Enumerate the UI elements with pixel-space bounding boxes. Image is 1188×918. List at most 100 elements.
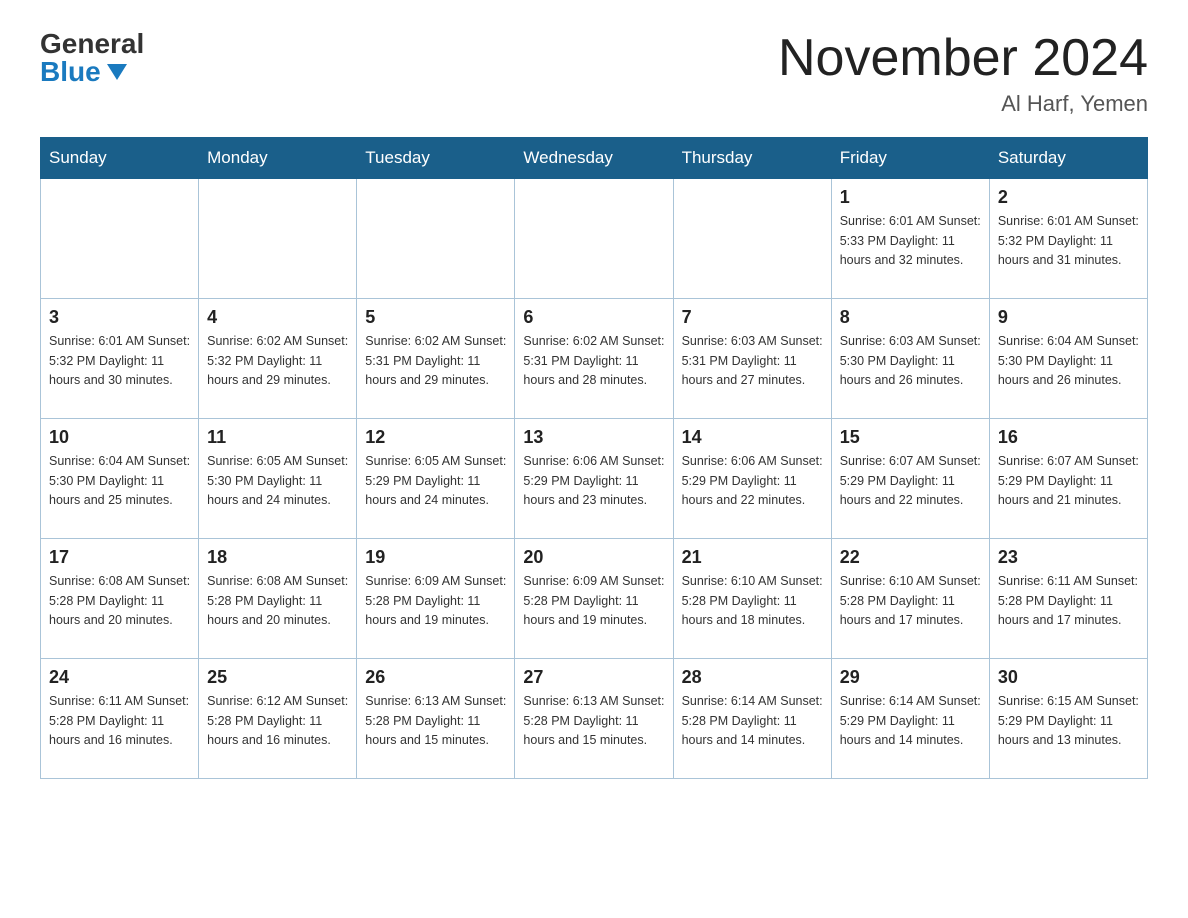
day-number: 27 <box>523 667 664 688</box>
calendar-cell <box>515 179 673 299</box>
calendar-cell: 29Sunrise: 6:14 AM Sunset: 5:29 PM Dayli… <box>831 659 989 779</box>
title-block: November 2024 Al Harf, Yemen <box>778 30 1148 117</box>
calendar-cell <box>199 179 357 299</box>
calendar-cell: 13 Sunrise: 6:06 AM Sunset: 5:29 PM Dayli… <box>515 419 673 539</box>
day-info: Sunrise: 6:12 AM Sunset: 5:28 PM Dayligh… <box>207 692 348 750</box>
calendar-header: SundayMondayTuesdayWednesdayThursdayFrid… <box>41 138 1148 179</box>
month-title: November 2024 <box>778 30 1148 87</box>
day-info: Sunrise: 6:13 AM Sunset: 5:28 PM Dayligh… <box>365 692 506 750</box>
day-number: 9 <box>998 307 1139 328</box>
logo-triangle-icon <box>107 64 127 80</box>
calendar-cell: 4 Sunrise: 6:02 AM Sunset: 5:32 PM Daylig… <box>199 299 357 419</box>
calendar-cell: 11 Sunrise: 6:05 AM Sunset: 5:30 PM Dayli… <box>199 419 357 539</box>
calendar-cell: 5 Sunrise: 6:02 AM Sunset: 5:31 PM Daylig… <box>357 299 515 419</box>
day-info: Sunrise: 6:01 AM Sunset: 5:32 PM Dayligh… <box>998 212 1139 270</box>
calendar-cell: 19Sunrise: 6:09 AM Sunset: 5:28 PM Dayli… <box>357 539 515 659</box>
day-number: 22 <box>840 547 981 568</box>
calendar-cell: 10 Sunrise: 6:04 AM Sunset: 5:30 PM Dayli… <box>41 419 199 539</box>
calendar-week-row: 10 Sunrise: 6:04 AM Sunset: 5:30 PM Dayli… <box>41 419 1148 539</box>
day-number: 13 <box>523 427 664 448</box>
day-info: Sunrise: 6:03 AM Sunset: 5:30 PM Dayligh… <box>840 332 981 390</box>
day-number: 28 <box>682 667 823 688</box>
day-info: Sunrise: 6:07 AM Sunset: 5:29 PM Dayligh… <box>840 452 981 510</box>
page-header: General Blue November 2024 Al Harf, Yeme… <box>40 30 1148 117</box>
day-number: 30 <box>998 667 1139 688</box>
calendar-cell: 25 Sunrise: 6:12 AM Sunset: 5:28 PM Dayli… <box>199 659 357 779</box>
calendar-cell <box>673 179 831 299</box>
day-info: Sunrise: 6:01 AM Sunset: 5:33 PM Dayligh… <box>840 212 981 270</box>
calendar-table: SundayMondayTuesdayWednesdayThursdayFrid… <box>40 137 1148 779</box>
calendar-cell: 27 Sunrise: 6:13 AM Sunset: 5:28 PM Dayli… <box>515 659 673 779</box>
day-number: 16 <box>998 427 1139 448</box>
calendar-cell: 30Sunrise: 6:15 AM Sunset: 5:29 PM Dayli… <box>989 659 1147 779</box>
day-info: Sunrise: 6:06 AM Sunset: 5:29 PM Dayligh… <box>682 452 823 510</box>
day-number: 25 <box>207 667 348 688</box>
calendar-cell: 1 Sunrise: 6:01 AM Sunset: 5:33 PM Daylig… <box>831 179 989 299</box>
logo: General Blue <box>40 30 144 86</box>
day-of-week-header: Friday <box>831 138 989 179</box>
day-of-week-header: Thursday <box>673 138 831 179</box>
day-of-week-header: Saturday <box>989 138 1147 179</box>
calendar-cell: 8 Sunrise: 6:03 AM Sunset: 5:30 PM Daylig… <box>831 299 989 419</box>
calendar-cell: 6 Sunrise: 6:02 AM Sunset: 5:31 PM Daylig… <box>515 299 673 419</box>
calendar-week-row: 1 Sunrise: 6:01 AM Sunset: 5:33 PM Daylig… <box>41 179 1148 299</box>
calendar-cell: 12 Sunrise: 6:05 AM Sunset: 5:29 PM Dayli… <box>357 419 515 539</box>
calendar-cell: 24Sunrise: 6:11 AM Sunset: 5:28 PM Dayli… <box>41 659 199 779</box>
day-info: Sunrise: 6:01 AM Sunset: 5:32 PM Dayligh… <box>49 332 190 390</box>
day-number: 11 <box>207 427 348 448</box>
day-number: 10 <box>49 427 190 448</box>
day-info: Sunrise: 6:10 AM Sunset: 5:28 PM Dayligh… <box>682 572 823 630</box>
days-of-week-row: SundayMondayTuesdayWednesdayThursdayFrid… <box>41 138 1148 179</box>
day-info: Sunrise: 6:04 AM Sunset: 5:30 PM Dayligh… <box>49 452 190 510</box>
calendar-cell: 9Sunrise: 6:04 AM Sunset: 5:30 PM Daylig… <box>989 299 1147 419</box>
day-info: Sunrise: 6:07 AM Sunset: 5:29 PM Dayligh… <box>998 452 1139 510</box>
calendar-cell: 20Sunrise: 6:09 AM Sunset: 5:28 PM Dayli… <box>515 539 673 659</box>
day-number: 15 <box>840 427 981 448</box>
day-number: 18 <box>207 547 348 568</box>
day-number: 4 <box>207 307 348 328</box>
calendar-cell: 15 Sunrise: 6:07 AM Sunset: 5:29 PM Dayli… <box>831 419 989 539</box>
day-number: 19 <box>365 547 506 568</box>
calendar-cell: 7Sunrise: 6:03 AM Sunset: 5:31 PM Daylig… <box>673 299 831 419</box>
day-info: Sunrise: 6:02 AM Sunset: 5:31 PM Dayligh… <box>523 332 664 390</box>
calendar-body: 1 Sunrise: 6:01 AM Sunset: 5:33 PM Daylig… <box>41 179 1148 779</box>
calendar-cell: 16 Sunrise: 6:07 AM Sunset: 5:29 PM Dayli… <box>989 419 1147 539</box>
logo-general-text: General <box>40 30 144 58</box>
day-number: 12 <box>365 427 506 448</box>
day-number: 26 <box>365 667 506 688</box>
day-info: Sunrise: 6:05 AM Sunset: 5:29 PM Dayligh… <box>365 452 506 510</box>
day-number: 29 <box>840 667 981 688</box>
calendar-cell: 23 Sunrise: 6:11 AM Sunset: 5:28 PM Dayli… <box>989 539 1147 659</box>
day-of-week-header: Wednesday <box>515 138 673 179</box>
calendar-week-row: 24Sunrise: 6:11 AM Sunset: 5:28 PM Dayli… <box>41 659 1148 779</box>
calendar-week-row: 17Sunrise: 6:08 AM Sunset: 5:28 PM Dayli… <box>41 539 1148 659</box>
day-info: Sunrise: 6:06 AM Sunset: 5:29 PM Dayligh… <box>523 452 664 510</box>
logo-blue-text: Blue <box>40 58 127 86</box>
calendar-cell: 22Sunrise: 6:10 AM Sunset: 5:28 PM Dayli… <box>831 539 989 659</box>
day-number: 8 <box>840 307 981 328</box>
day-number: 7 <box>682 307 823 328</box>
day-number: 2 <box>998 187 1139 208</box>
day-number: 23 <box>998 547 1139 568</box>
calendar-cell: 28 Sunrise: 6:14 AM Sunset: 5:28 PM Dayli… <box>673 659 831 779</box>
location-label: Al Harf, Yemen <box>778 91 1148 117</box>
day-number: 24 <box>49 667 190 688</box>
day-info: Sunrise: 6:11 AM Sunset: 5:28 PM Dayligh… <box>998 572 1139 630</box>
day-info: Sunrise: 6:14 AM Sunset: 5:28 PM Dayligh… <box>682 692 823 750</box>
day-info: Sunrise: 6:05 AM Sunset: 5:30 PM Dayligh… <box>207 452 348 510</box>
day-number: 14 <box>682 427 823 448</box>
day-number: 20 <box>523 547 664 568</box>
calendar-cell: 2 Sunrise: 6:01 AM Sunset: 5:32 PM Daylig… <box>989 179 1147 299</box>
day-info: Sunrise: 6:08 AM Sunset: 5:28 PM Dayligh… <box>49 572 190 630</box>
day-of-week-header: Sunday <box>41 138 199 179</box>
calendar-cell: 18Sunrise: 6:08 AM Sunset: 5:28 PM Dayli… <box>199 539 357 659</box>
calendar-cell: 14 Sunrise: 6:06 AM Sunset: 5:29 PM Dayli… <box>673 419 831 539</box>
calendar-cell: 3Sunrise: 6:01 AM Sunset: 5:32 PM Daylig… <box>41 299 199 419</box>
day-info: Sunrise: 6:02 AM Sunset: 5:32 PM Dayligh… <box>207 332 348 390</box>
day-info: Sunrise: 6:02 AM Sunset: 5:31 PM Dayligh… <box>365 332 506 390</box>
day-info: Sunrise: 6:13 AM Sunset: 5:28 PM Dayligh… <box>523 692 664 750</box>
day-number: 1 <box>840 187 981 208</box>
day-number: 5 <box>365 307 506 328</box>
calendar-cell: 17Sunrise: 6:08 AM Sunset: 5:28 PM Dayli… <box>41 539 199 659</box>
day-number: 6 <box>523 307 664 328</box>
